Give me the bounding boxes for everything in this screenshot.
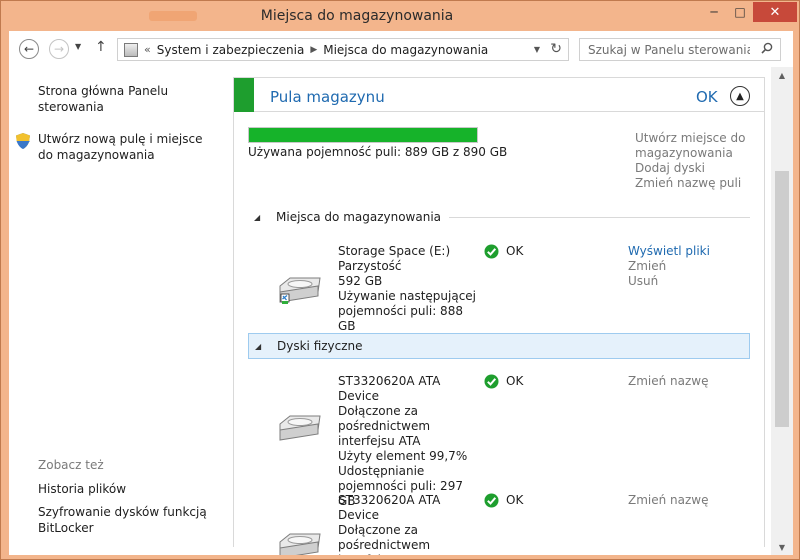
- window-title: Miejsca do magazynowania: [260, 8, 454, 24]
- up-button[interactable]: ↑: [95, 39, 107, 55]
- search-input[interactable]: [580, 42, 750, 57]
- address-dropdown-icon[interactable]: ▼: [534, 45, 540, 54]
- change-link[interactable]: Zmień: [628, 259, 710, 274]
- control-panel-icon: [124, 42, 138, 57]
- search-icon[interactable]: [761, 42, 773, 54]
- pool-title: Pula magazynu: [270, 88, 385, 106]
- ok-status-icon: [484, 493, 499, 508]
- ok-status-icon: [484, 374, 499, 389]
- window-client-area: ← → ▼ ↑ « System i zabezpieczenia ▶ Miej…: [9, 31, 793, 555]
- drive-name: ST3320620A ATA Device: [338, 493, 441, 522]
- title-bar[interactable]: Miejsca do magazynowania ─ □ ✕: [1, 1, 800, 31]
- scrollbar-thumb[interactable]: [775, 171, 789, 427]
- hard-drive-icon: [279, 415, 321, 441]
- chevron-up-icon: ▲: [736, 90, 744, 102]
- pool-used-capacity: Używana pojemność puli: 889 GB z 890 GB: [248, 145, 508, 159]
- storage-spaces-section-header[interactable]: ◢ Miejsca do magazynowania: [248, 205, 750, 229]
- storage-space-details: Storage Space (E:) Parzystość 592 GB Uży…: [338, 244, 478, 334]
- ok-status-icon: [484, 244, 499, 259]
- pool-capacity-bar: [248, 127, 478, 143]
- vertical-scrollbar[interactable]: ▲ ▼: [771, 67, 793, 555]
- drive-status: OK: [506, 493, 524, 507]
- drive-name: ST3320620A ATA Device: [338, 374, 441, 403]
- drive-status: OK: [506, 374, 524, 388]
- physical-drive-details: ST3320620A ATA Device Dołączone za pośre…: [338, 493, 478, 555]
- drive-actions: Zmień nazwę: [628, 493, 709, 508]
- control-panel-home-link[interactable]: Strona główna Panelu sterowania: [38, 83, 218, 115]
- uac-shield-icon: [16, 133, 30, 149]
- storage-pool-panel: Pula magazynu OK ▲ Używana pojemność pul…: [233, 77, 765, 555]
- section-divider: [449, 216, 750, 218]
- view-files-link[interactable]: Wyświetl pliki: [628, 244, 710, 259]
- minimize-button[interactable]: ─: [701, 2, 727, 22]
- storage-space-resiliency: Parzystość: [338, 259, 402, 273]
- drive-connection: Dołączone za pośrednictwem interfejsu AT…: [338, 523, 431, 555]
- scroll-down-icon[interactable]: ▼: [771, 539, 793, 555]
- expand-triangle-icon[interactable]: ◢: [249, 342, 265, 351]
- storage-space-usage: Używanie następującej pojemności puli: 8…: [338, 289, 477, 333]
- drive-actions: Zmień nazwę: [628, 374, 709, 389]
- hard-drive-icon: [279, 533, 321, 555]
- bitlocker-link[interactable]: Szyfrowanie dysków funkcją BitLocker: [38, 504, 218, 536]
- search-box[interactable]: [579, 38, 781, 61]
- left-pane: Strona główna Panelu sterowania Utwórz n…: [9, 67, 231, 555]
- pool-actions: Utwórz miejsce do magazynowania Dodaj dy…: [635, 131, 755, 191]
- pool-status-stripe: [234, 78, 254, 112]
- drive-used: Użyty element 99,7%: [338, 449, 468, 463]
- breadcrumb-system-security[interactable]: System i zabezpieczenia: [157, 43, 305, 57]
- section-label: Dyski fizyczne: [277, 339, 363, 353]
- rename-pool-link[interactable]: Zmień nazwę puli: [635, 176, 755, 191]
- see-also-heading: Zobacz też: [38, 458, 104, 472]
- address-bar[interactable]: « System i zabezpieczenia ▶ Miejsca do m…: [117, 38, 569, 61]
- expand-triangle-icon[interactable]: ◢: [248, 213, 264, 222]
- refresh-icon[interactable]: ↻: [550, 41, 562, 57]
- storage-space-drive-icon: [279, 277, 321, 304]
- create-storage-space-link[interactable]: Utwórz miejsce do magazynowania: [635, 131, 755, 161]
- forward-button[interactable]: →: [49, 39, 69, 59]
- file-history-link[interactable]: Historia plików: [38, 481, 218, 497]
- scroll-up-icon[interactable]: ▲: [771, 67, 793, 83]
- storage-space-size: 592 GB: [338, 274, 383, 288]
- rename-drive-link[interactable]: Zmień nazwę: [628, 493, 709, 508]
- section-label: Miejsca do magazynowania: [276, 210, 442, 224]
- add-drives-link[interactable]: Dodaj dyski: [635, 161, 755, 176]
- physical-drive-details: ST3320620A ATA Device Dołączone za pośre…: [338, 374, 478, 509]
- physical-drives-section-header[interactable]: ◢ Dyski fizyczne: [248, 333, 750, 359]
- back-button[interactable]: ←: [19, 39, 39, 59]
- delete-link[interactable]: Usuń: [628, 274, 710, 289]
- storage-space-status: OK: [506, 244, 524, 258]
- breadcrumb-storage-spaces[interactable]: Miejsca do magazynowania: [323, 43, 488, 57]
- app-window: Miejsca do magazynowania ─ □ ✕ ← → ▼ ↑ «…: [0, 0, 800, 560]
- navigation-bar: ← → ▼ ↑ « System i zabezpieczenia ▶ Miej…: [9, 31, 793, 67]
- create-pool-link[interactable]: Utwórz nową pulę i miejsce do magazynowa…: [38, 131, 218, 163]
- breadcrumb-overflow-icon[interactable]: «: [144, 43, 151, 56]
- storage-space-actions: Wyświetl pliki Zmień Usuń: [628, 244, 710, 289]
- breadcrumb-separator-icon[interactable]: ▶: [310, 45, 317, 55]
- close-button[interactable]: ✕: [753, 2, 797, 22]
- collapse-pool-button[interactable]: ▲: [730, 86, 750, 106]
- drive-connection: Dołączone za pośrednictwem interfejsu AT…: [338, 404, 431, 448]
- pool-capacity-fill: [249, 128, 477, 142]
- main-content: Pula magazynu OK ▲ Używana pojemność pul…: [231, 67, 771, 555]
- recent-locations-dropdown[interactable]: ▼: [75, 42, 81, 51]
- pool-header: Pula magazynu OK ▲: [234, 78, 764, 112]
- maximize-button[interactable]: □: [727, 2, 753, 22]
- rename-drive-link[interactable]: Zmień nazwę: [628, 374, 709, 389]
- storage-space-name: Storage Space (E:): [338, 244, 451, 258]
- pool-status: OK: [696, 88, 718, 106]
